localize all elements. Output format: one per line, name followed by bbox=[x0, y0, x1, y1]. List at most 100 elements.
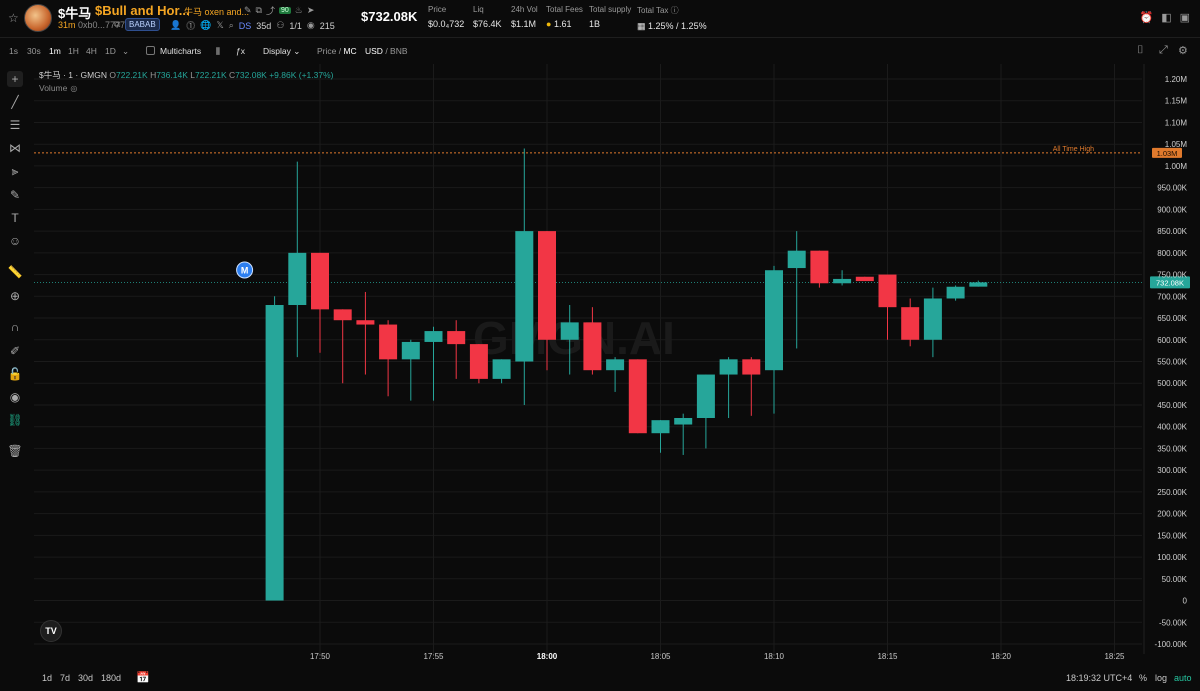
zoom-in-icon[interactable]: ⊕ bbox=[7, 288, 23, 304]
telegram-icon[interactable]: ➤ bbox=[307, 5, 315, 16]
candle[interactable] bbox=[265, 296, 284, 601]
candle-body bbox=[492, 359, 511, 379]
candle-body bbox=[515, 231, 534, 362]
candle[interactable] bbox=[333, 309, 352, 384]
y-tick-label: 1.20M bbox=[1165, 75, 1188, 84]
horizontal-lines-icon[interactable]: ☰ bbox=[7, 117, 23, 133]
alarm-icon[interactable]: ⏰ bbox=[1139, 11, 1153, 24]
candlestick-chart[interactable]: GMGN.AI All Time High1.03M 732.08K -100.… bbox=[34, 64, 1192, 666]
timezone-clock[interactable]: 18:19:32 UTC+4 bbox=[1066, 673, 1132, 683]
calendar-icon[interactable]: 📅 bbox=[136, 671, 150, 684]
candle[interactable] bbox=[606, 357, 625, 392]
price-mc-toggle[interactable]: Price / MC bbox=[317, 46, 357, 56]
candle[interactable] bbox=[628, 359, 647, 434]
candle[interactable] bbox=[696, 374, 715, 449]
interval-dropdown-icon[interactable]: ⌄ bbox=[122, 46, 129, 57]
visibility-icon[interactable]: ◉ bbox=[7, 389, 23, 405]
ruler-icon[interactable]: 📏 bbox=[7, 264, 23, 280]
brush-icon[interactable]: ✎ bbox=[7, 187, 23, 203]
copy-icon[interactable]: ⧉ bbox=[256, 5, 262, 16]
warning-icon[interactable]: ⓵ bbox=[186, 19, 195, 32]
interval-30s[interactable]: 30s bbox=[27, 46, 41, 56]
dex-screener-label[interactable]: DS bbox=[239, 21, 252, 31]
favorite-star-icon[interactable]: ☆ bbox=[8, 11, 19, 25]
legend-high: 736.14K bbox=[156, 70, 188, 80]
candle[interactable] bbox=[787, 231, 806, 349]
tradingview-logo[interactable]: TV bbox=[40, 620, 62, 642]
text-icon[interactable]: T bbox=[7, 210, 23, 226]
legend-low: 722.21K bbox=[194, 70, 227, 80]
candle[interactable] bbox=[923, 287, 942, 358]
edit-icon[interactable]: ✎ bbox=[244, 5, 252, 16]
auto-toggle[interactable]: auto bbox=[1174, 673, 1192, 683]
candle[interactable] bbox=[969, 280, 988, 287]
fib-icon[interactable]: ⫸ bbox=[7, 163, 23, 179]
search-icon[interactable]: ⌕ bbox=[229, 20, 234, 31]
candle[interactable] bbox=[424, 326, 443, 401]
candle[interactable] bbox=[855, 276, 874, 282]
candle[interactable] bbox=[401, 339, 420, 401]
camera-icon[interactable]: ⌷ bbox=[1137, 44, 1144, 57]
interval-4h[interactable]: 4H bbox=[86, 46, 97, 56]
candle-body bbox=[651, 420, 670, 434]
candle[interactable] bbox=[447, 320, 466, 379]
layout-icon[interactable]: ◧ bbox=[1161, 11, 1171, 24]
display-menu[interactable]: Display ⌄ bbox=[263, 46, 300, 57]
candle[interactable] bbox=[288, 161, 307, 358]
range-30d[interactable]: 30d bbox=[78, 673, 93, 683]
interval-1h[interactable]: 1H bbox=[68, 46, 79, 56]
currency-toggle[interactable]: USD / BNB bbox=[365, 46, 408, 56]
candle[interactable] bbox=[356, 291, 375, 375]
pattern-icon[interactable]: ⋈ bbox=[7, 140, 23, 156]
trash-icon[interactable]: 🗑 bbox=[7, 443, 23, 459]
candle[interactable] bbox=[651, 420, 670, 453]
fullscreen-icon[interactable]: ⤢ bbox=[1159, 44, 1168, 57]
percent-toggle[interactable]: % bbox=[1139, 673, 1147, 683]
log-toggle[interactable]: log bbox=[1155, 673, 1167, 683]
lock-icon[interactable]: 🔓 bbox=[7, 366, 23, 382]
x-icon[interactable]: 𝕏 bbox=[216, 20, 223, 31]
range-7d[interactable]: 7d bbox=[60, 673, 70, 683]
candle[interactable] bbox=[515, 148, 534, 405]
candle[interactable] bbox=[946, 285, 965, 301]
candle[interactable] bbox=[379, 320, 398, 397]
candles[interactable] bbox=[265, 148, 988, 601]
range-180d[interactable]: 180d bbox=[101, 673, 121, 683]
globe-icon[interactable]: 🌐 bbox=[200, 20, 211, 31]
multicharts-checkbox[interactable] bbox=[146, 46, 155, 55]
trendline-icon[interactable]: ╱ bbox=[7, 94, 23, 110]
volume-indicator-label[interactable]: Volume ◎ bbox=[39, 83, 77, 93]
candle-body bbox=[833, 278, 852, 284]
candle[interactable] bbox=[765, 265, 783, 414]
interval-1s[interactable]: 1s bbox=[9, 46, 18, 56]
share-icon[interactable]: ⤴ bbox=[266, 4, 275, 17]
candle[interactable] bbox=[311, 252, 329, 353]
candle[interactable] bbox=[492, 359, 511, 384]
candle-type-icon[interactable]: ⫼ bbox=[216, 46, 220, 57]
copy-address-icon[interactable]: ⧉ bbox=[114, 19, 120, 30]
link-icon[interactable]: ⛓ bbox=[7, 412, 23, 428]
migration-marker[interactable]: M bbox=[236, 261, 254, 279]
hide-eye-icon[interactable]: ◎ bbox=[70, 84, 77, 93]
user-icon[interactable]: 👤 bbox=[170, 20, 181, 31]
settings-gear-icon[interactable]: ⚙ bbox=[1178, 44, 1188, 57]
candle[interactable] bbox=[742, 357, 761, 416]
range-1d[interactable]: 1d bbox=[42, 673, 52, 683]
candle[interactable] bbox=[469, 344, 488, 384]
expand-icon[interactable]: ▣ bbox=[1180, 11, 1190, 24]
emoji-icon[interactable]: ☺ bbox=[7, 233, 23, 249]
indicators-icon[interactable]: ƒx bbox=[236, 46, 245, 56]
candle[interactable] bbox=[810, 250, 829, 288]
info-icon[interactable]: ⓘ bbox=[671, 6, 679, 15]
interval-1m[interactable]: 1m bbox=[49, 46, 61, 56]
candle[interactable] bbox=[719, 357, 738, 418]
multicharts-toggle[interactable]: Multicharts bbox=[146, 46, 201, 56]
candle[interactable] bbox=[901, 298, 920, 347]
candle[interactable] bbox=[878, 274, 897, 340]
interval-1d[interactable]: 1D bbox=[105, 46, 116, 56]
candle[interactable] bbox=[833, 270, 852, 286]
lock-drawing-icon[interactable]: ✐ bbox=[7, 343, 23, 359]
crosshair-icon[interactable]: + bbox=[7, 71, 23, 87]
launchpad-tag[interactable]: BABAB bbox=[125, 18, 160, 31]
magnet-icon[interactable]: ∩ bbox=[7, 319, 23, 335]
